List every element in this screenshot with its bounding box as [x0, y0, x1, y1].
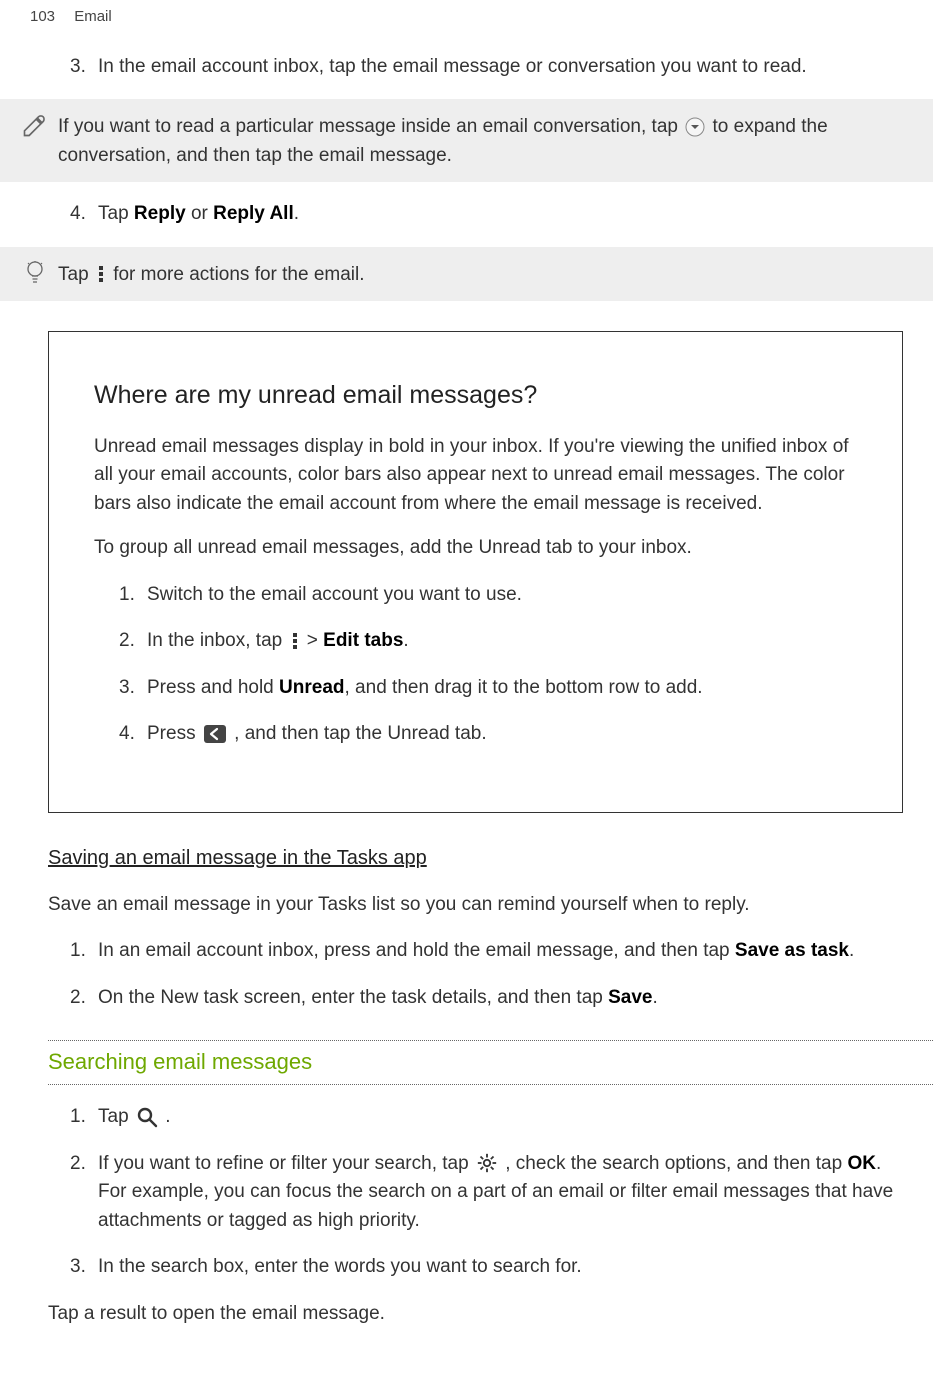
- unread-label: Unread: [279, 677, 344, 698]
- step-text: If you want to refine or filter your sea…: [98, 1150, 903, 1236]
- tip-text: Tap for more actions for the email.: [58, 259, 903, 290]
- list-item: 2. In the inbox, tap > Edit tabs.: [119, 627, 867, 656]
- step-text: In an email account inbox, press and hol…: [98, 937, 903, 966]
- info-para: Unread email messages display in bold in…: [94, 433, 867, 519]
- back-icon: [203, 724, 227, 744]
- step-text: Tap .: [98, 1103, 903, 1132]
- step-number: 1.: [70, 937, 98, 966]
- list-item: 2. On the New task screen, enter the tas…: [70, 984, 903, 1013]
- info-heading: Where are my unread email messages?: [94, 377, 867, 415]
- list-item: 2. If you want to refine or filter your …: [70, 1150, 903, 1236]
- lightbulb-icon: [20, 259, 50, 287]
- step-number: 4.: [70, 200, 98, 229]
- step-number: 4.: [119, 720, 147, 749]
- section-heading: Searching email messages: [48, 1045, 903, 1078]
- tip-block: Tap for more actions for the email.: [0, 247, 933, 302]
- divider: [48, 1084, 933, 1085]
- section-intro: Save an email message in your Tasks list…: [48, 891, 903, 920]
- expand-arrow-icon: [685, 117, 705, 137]
- step-number: 1.: [119, 581, 147, 610]
- step-number: 1.: [70, 1103, 98, 1132]
- reply-all-label: Reply All: [213, 203, 294, 224]
- note-text: If you want to read a particular message…: [58, 111, 903, 170]
- step-number: 2.: [119, 627, 147, 656]
- settings-icon: [476, 1152, 498, 1174]
- save-as-task-label: Save as task: [735, 940, 849, 961]
- edit-tabs-label: Edit tabs: [323, 630, 403, 651]
- divider: [48, 1040, 933, 1041]
- step-text: In the inbox, tap > Edit tabs.: [147, 627, 867, 656]
- list-item: 4. Tap Reply or Reply All.: [70, 200, 903, 229]
- reply-label: Reply: [134, 203, 186, 224]
- list-item: 1. Switch to the email account you want …: [119, 581, 867, 610]
- page-number: 103: [30, 8, 55, 25]
- list-item: 3. In the email account inbox, tap the e…: [70, 53, 903, 82]
- ok-label: OK: [847, 1153, 876, 1174]
- search-icon: [136, 1106, 158, 1128]
- info-box: Where are my unread email messages? Unre…: [48, 331, 903, 813]
- list-item: 3. In the search box, enter the words yo…: [70, 1253, 903, 1282]
- step-text: Press and hold Unread, and then drag it …: [147, 674, 867, 703]
- list-item: 1. In an email account inbox, press and …: [70, 937, 903, 966]
- step-text: Switch to the email account you want to …: [147, 581, 867, 610]
- list-item: 1. Tap .: [70, 1103, 903, 1132]
- section-tail: Tap a result to open the email message.: [48, 1300, 903, 1329]
- note-block: If you want to read a particular message…: [0, 99, 933, 182]
- step-text: On the New task screen, enter the task d…: [98, 984, 903, 1013]
- pencil-icon: [20, 111, 50, 139]
- step-text: Tap Reply or Reply All.: [98, 200, 903, 229]
- section-name: Email: [74, 8, 112, 25]
- step-number: 3.: [70, 53, 98, 82]
- more-menu-icon: [96, 264, 106, 284]
- step-number: 2.: [70, 984, 98, 1013]
- save-label: Save: [608, 987, 652, 1008]
- more-menu-icon: [290, 631, 300, 651]
- step-number: 3.: [70, 1253, 98, 1282]
- page-header: 103 Email: [0, 0, 933, 35]
- step-text: In the email account inbox, tap the emai…: [98, 53, 903, 82]
- step-number: 3.: [119, 674, 147, 703]
- step-text: Press , and then tap the Unread tab.: [147, 720, 867, 749]
- list-item: 3. Press and hold Unread, and then drag …: [119, 674, 867, 703]
- list-item: 4. Press , and then tap the Unread tab.: [119, 720, 867, 749]
- section-heading: Saving an email message in the Tasks app: [48, 843, 903, 873]
- step-text: In the search box, enter the words you w…: [98, 1253, 903, 1282]
- info-para: To group all unread email messages, add …: [94, 534, 867, 563]
- step-number: 2.: [70, 1150, 98, 1236]
